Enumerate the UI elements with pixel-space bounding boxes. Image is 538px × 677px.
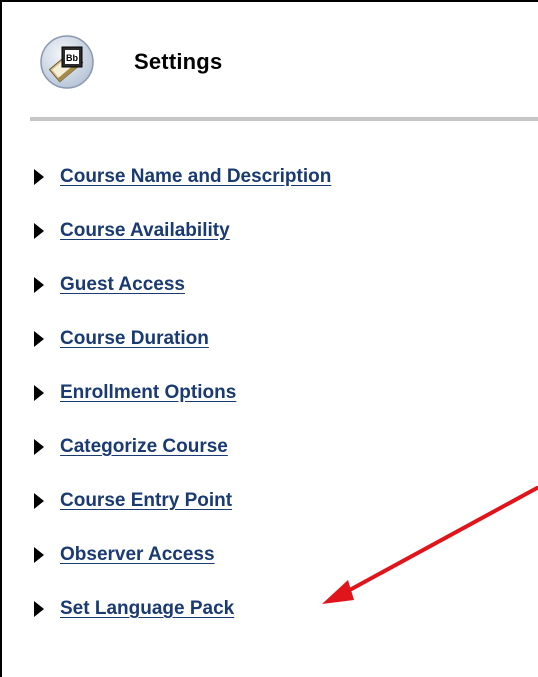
categorize-course-link[interactable]: Categorize Course (60, 436, 228, 458)
menu-item-categorize-course: Categorize Course (34, 420, 331, 474)
menu-item-course-entry-point: Course Entry Point (34, 474, 331, 528)
course-duration-link[interactable]: Course Duration (60, 328, 209, 350)
settings-menu: Course Name and Description Course Avail… (34, 150, 331, 636)
bb-settings-icon: Bb (40, 35, 94, 89)
triangle-right-icon (34, 493, 44, 509)
triangle-right-icon (34, 277, 44, 293)
set-language-pack-link[interactable]: Set Language Pack (60, 598, 234, 620)
menu-item-course-duration: Course Duration (34, 312, 331, 366)
triangle-right-icon (34, 439, 44, 455)
svg-text:Bb: Bb (66, 53, 78, 63)
enrollment-options-link[interactable]: Enrollment Options (60, 382, 236, 404)
menu-item-guest-access: Guest Access (34, 258, 331, 312)
settings-header: Bb Settings (38, 32, 222, 92)
triangle-right-icon (34, 331, 44, 347)
course-entry-point-link[interactable]: Course Entry Point (60, 490, 232, 512)
triangle-right-icon (34, 169, 44, 185)
triangle-right-icon (34, 547, 44, 563)
header-divider (30, 117, 538, 121)
triangle-right-icon (34, 223, 44, 239)
observer-access-link[interactable]: Observer Access (60, 544, 215, 566)
menu-item-course-availability: Course Availability (34, 204, 331, 258)
menu-item-enrollment-options: Enrollment Options (34, 366, 331, 420)
guest-access-link[interactable]: Guest Access (60, 274, 185, 296)
course-availability-link[interactable]: Course Availability (60, 220, 230, 242)
triangle-right-icon (34, 601, 44, 617)
course-name-description-link[interactable]: Course Name and Description (60, 166, 331, 188)
menu-item-course-name-description: Course Name and Description (34, 150, 331, 204)
menu-item-observer-access: Observer Access (34, 528, 331, 582)
triangle-right-icon (34, 385, 44, 401)
menu-item-set-language-pack: Set Language Pack (34, 582, 331, 636)
page-title: Settings (134, 49, 223, 74)
